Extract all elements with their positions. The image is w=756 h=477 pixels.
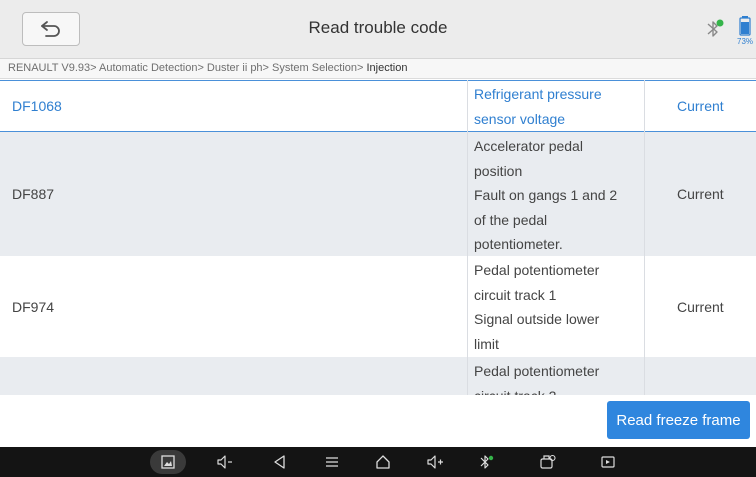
volume-up-button[interactable] (421, 450, 449, 474)
screenshot-button[interactable] (150, 450, 186, 474)
vci-icon (540, 454, 556, 469)
breadcrumb: RENAULT V9.93> Automatic Detection> Dust… (0, 59, 756, 79)
vci-button[interactable] (534, 450, 562, 474)
code-cell: DF974 (12, 298, 55, 315)
trouble-code-list[interactable]: DF1068 Refrigerant pressure sensor volta… (0, 80, 756, 395)
bluetooth-connected-icon (707, 19, 724, 37)
description-cell: Refrigerant pressure sensor voltage (474, 86, 602, 127)
page-title: Read trouble code (308, 18, 448, 37)
read-freeze-frame-button[interactable]: Read freeze frame (607, 401, 750, 439)
breadcrumb-path: RENAULT V9.93> Automatic Detection> Dust… (8, 62, 364, 74)
status-cell: Current (677, 298, 724, 315)
screenshot-icon (161, 455, 175, 469)
bluetooth-icon (480, 455, 494, 469)
battery-percent: 73% (737, 37, 754, 46)
trouble-code-row[interactable]: DF887 Accelerator pedal position Fault o… (0, 132, 756, 256)
back-nav-button[interactable] (266, 450, 294, 474)
trouble-code-row[interactable]: DF1068 Refrigerant pressure sensor volta… (0, 80, 756, 132)
breadcrumb-current: Injection (363, 62, 408, 74)
home-icon (376, 455, 390, 469)
home-button[interactable] (369, 450, 397, 474)
volume-up-icon (427, 455, 443, 469)
description-cell: Pedal potentiometer circuit track 2 (474, 363, 600, 395)
bluetooth-button[interactable] (473, 450, 501, 474)
trouble-code-row[interactable]: DF974 Pedal potentiometer circuit track … (0, 256, 756, 357)
menu-button[interactable] (318, 450, 346, 474)
system-navigation-bar (0, 447, 756, 477)
trouble-code-row[interactable]: Pedal potentiometer circuit track 2 (0, 357, 756, 395)
column-divider (467, 80, 468, 395)
screen-record-button[interactable] (594, 450, 622, 474)
screen-record-icon (601, 456, 615, 468)
status-cell: Current (677, 186, 724, 202)
status-cell: Current (677, 98, 724, 114)
back-icon (274, 455, 285, 469)
code-cell: DF887 (12, 186, 55, 202)
title-bar: Read trouble code 73% (0, 0, 756, 59)
menu-icon (326, 457, 338, 467)
code-cell: DF1068 (12, 98, 62, 114)
volume-down-button[interactable] (211, 450, 239, 474)
column-divider (644, 80, 645, 395)
description-cell: Pedal potentiometer circuit track 1 Sign… (474, 262, 600, 352)
volume-down-icon (217, 455, 232, 469)
description-cell: Accelerator pedal position Fault on gang… (474, 138, 618, 252)
